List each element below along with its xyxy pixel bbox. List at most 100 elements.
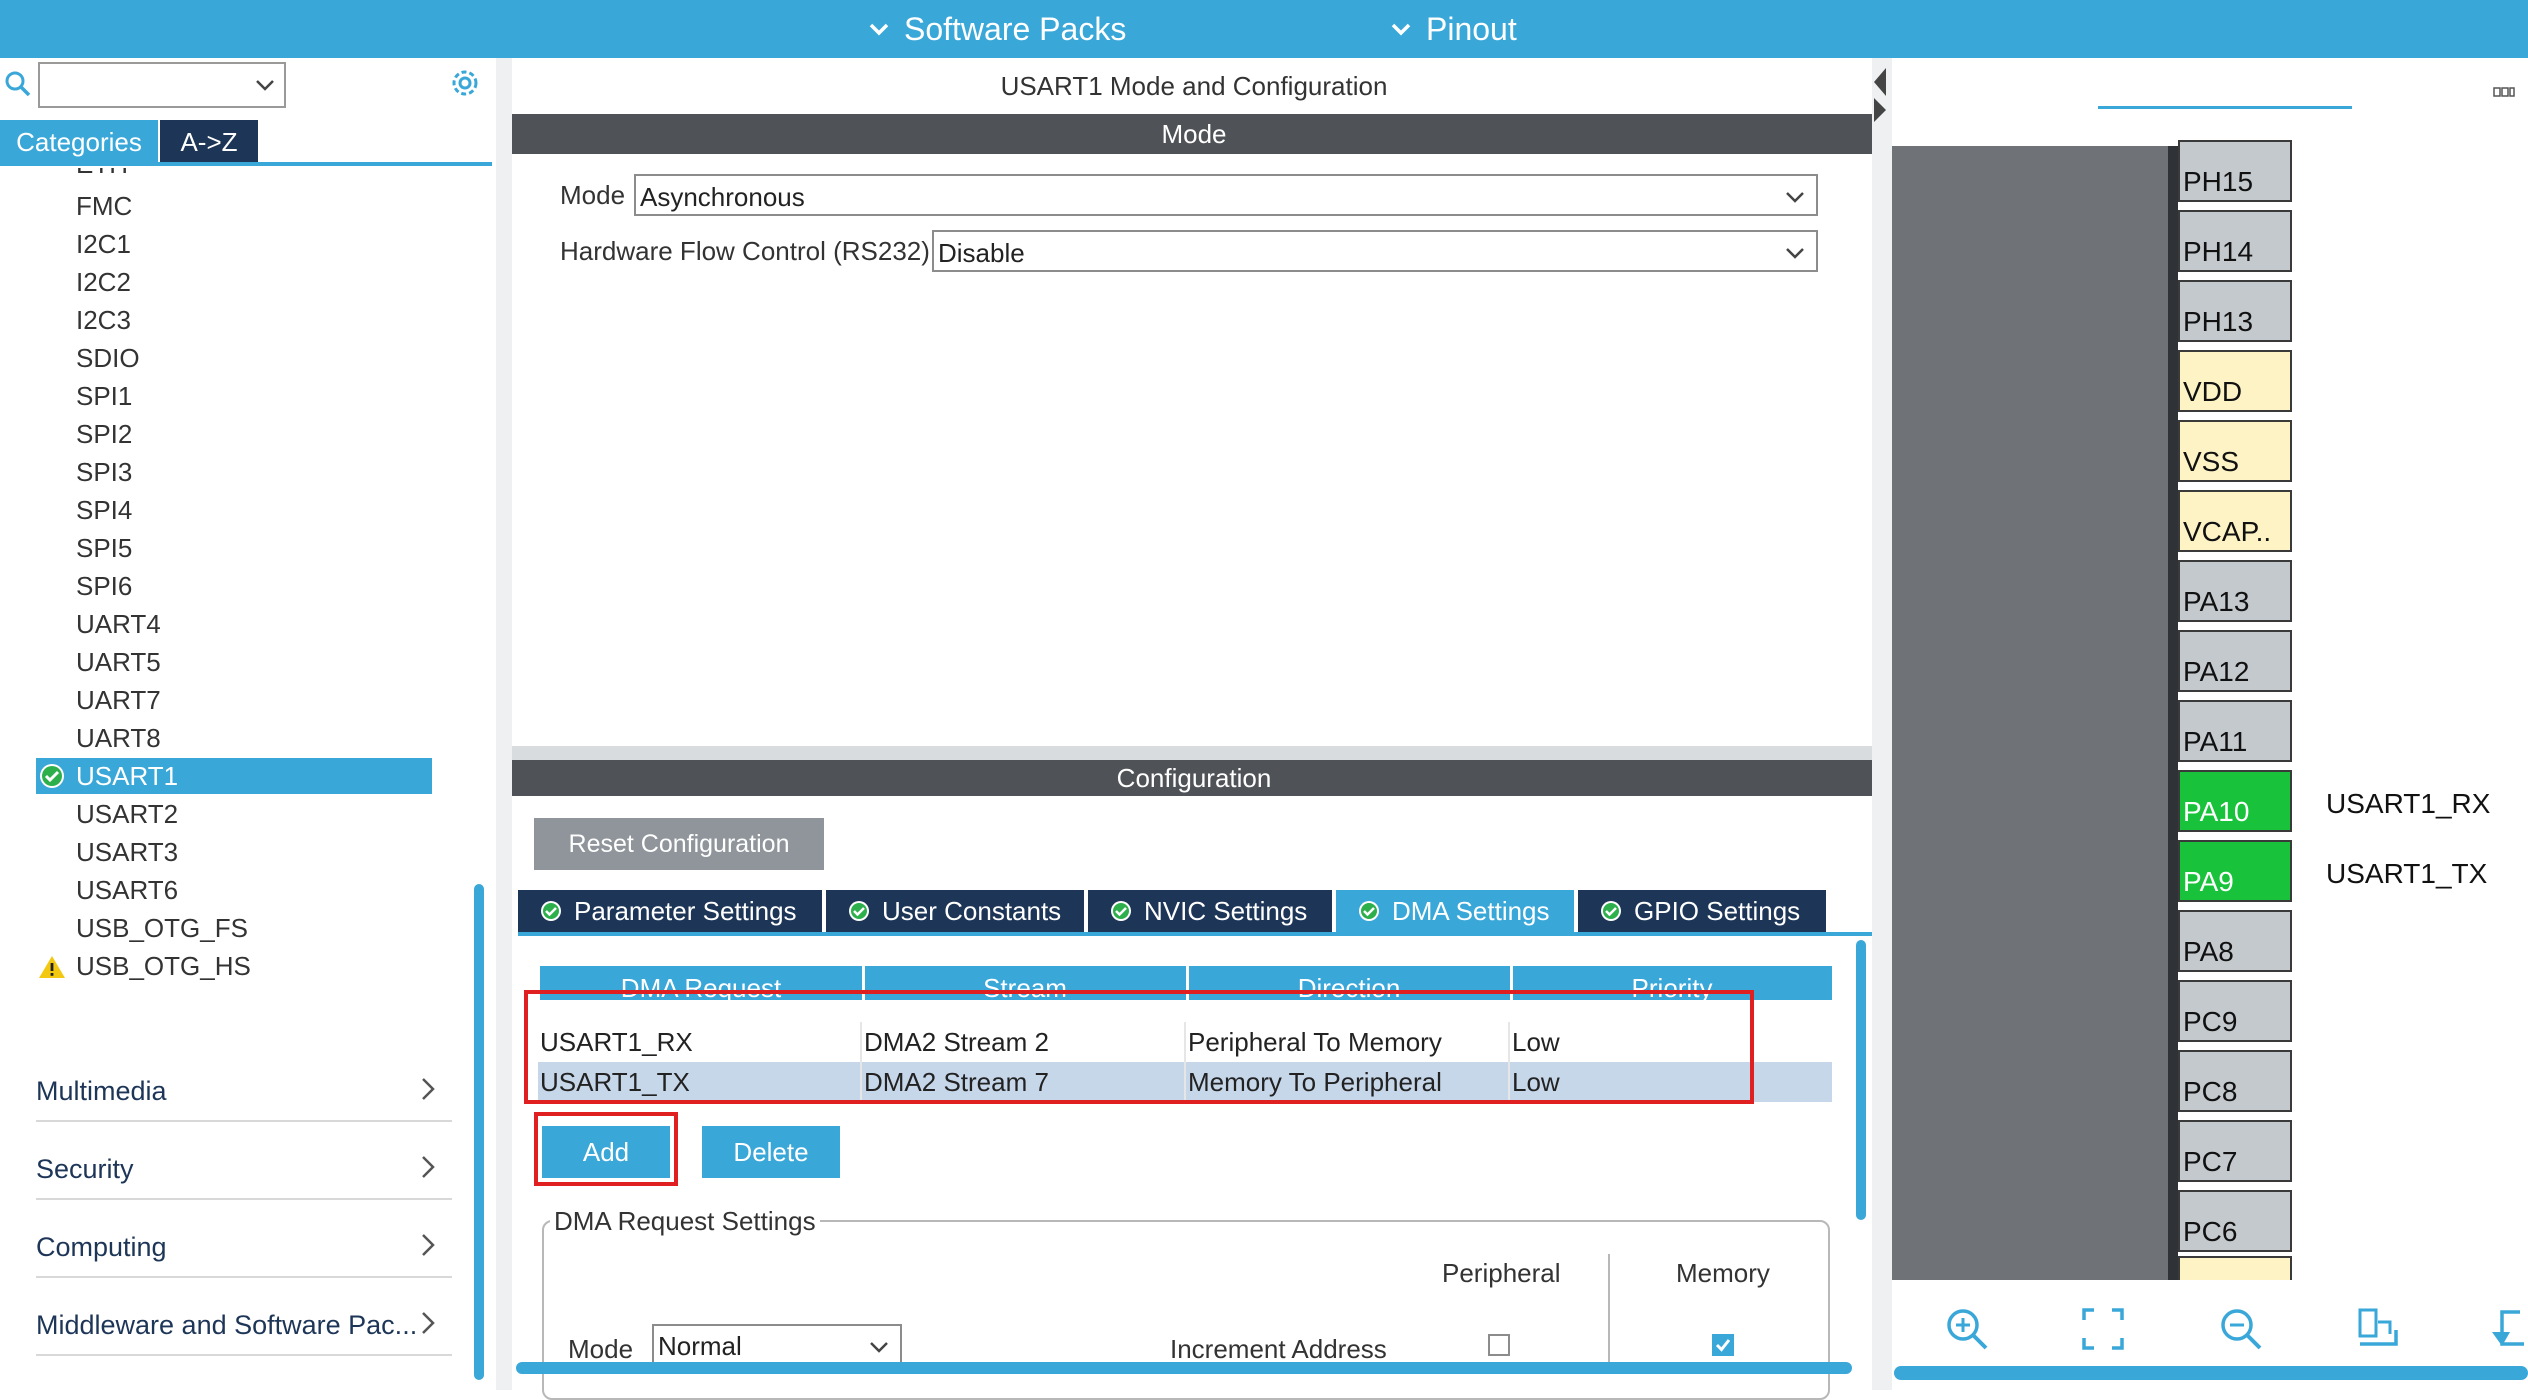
- list-item-label: UART8: [76, 723, 161, 753]
- list-item[interactable]: USB_OTG_HS: [36, 948, 432, 984]
- chevron-down-icon[interactable]: [254, 74, 276, 96]
- export-icon[interactable]: [2356, 1306, 2402, 1352]
- category-label: Multimedia: [36, 1076, 167, 1106]
- peripheral-increment-checkbox[interactable]: [1488, 1334, 1510, 1356]
- chevron-right-icon: [422, 1078, 435, 1100]
- tab-nvic-settings[interactable]: NVIC Settings: [1088, 890, 1332, 932]
- section-divider[interactable]: [512, 746, 1876, 760]
- pin-pa8[interactable]: PA8: [2178, 910, 2292, 972]
- list-item[interactable]: USART3: [36, 834, 432, 870]
- pin-pc7[interactable]: PC7: [2178, 1120, 2292, 1182]
- list-item-label: I2C1: [76, 229, 131, 259]
- panel-splitter[interactable]: [496, 58, 512, 1390]
- list-item[interactable]: USART6: [36, 872, 432, 908]
- list-item-label: SPI1: [76, 381, 133, 411]
- peripheral-column-label: Peripheral: [1442, 1258, 1561, 1288]
- pinout-label: Pinout: [1426, 11, 1517, 47]
- chevron-down-icon: [870, 1342, 888, 1353]
- rotate-icon[interactable]: [2490, 1306, 2528, 1352]
- chip-corner-icon: [2493, 87, 2515, 97]
- category-label: Computing: [36, 1232, 167, 1262]
- reset-configuration-button[interactable]: Reset Configuration: [534, 818, 824, 870]
- list-item[interactable]: I2C3: [36, 302, 432, 338]
- pin-ph15[interactable]: PH15: [2178, 140, 2292, 202]
- fit-screen-icon[interactable]: [2080, 1306, 2126, 1352]
- list-item-label: USART6: [76, 875, 179, 905]
- list-item-label: I2C3: [76, 305, 131, 335]
- search-icon[interactable]: [4, 70, 32, 98]
- tab-user-constants[interactable]: User Constants: [826, 890, 1084, 932]
- list-item-label: FMC: [76, 191, 133, 221]
- list-item-label: UART5: [76, 647, 161, 677]
- tab-dma-settings[interactable]: DMA Settings: [1336, 890, 1574, 932]
- config-scrollbar[interactable]: [1856, 940, 1866, 1220]
- dma-mode-select[interactable]: Normal: [652, 1324, 902, 1364]
- pin-pa10[interactable]: PA10: [2178, 770, 2292, 832]
- chevron-down-icon: [1391, 23, 1411, 36]
- list-item-label: UART7: [76, 685, 161, 715]
- tab-gpio-settings[interactable]: GPIO Settings: [1578, 890, 1826, 932]
- list-item[interactable]: UART8: [36, 720, 432, 756]
- list-item-selected[interactable]: USART1: [36, 758, 432, 794]
- pin-pa9[interactable]: PA9: [2178, 840, 2292, 902]
- mode-select[interactable]: Asynchronous: [634, 174, 1818, 216]
- pin-pa11[interactable]: PA11: [2178, 700, 2292, 762]
- pin-pc8[interactable]: PC8: [2178, 1050, 2292, 1112]
- pin-vcap[interactable]: VCAP..: [2178, 490, 2292, 552]
- list-item-label: SPI4: [76, 495, 133, 525]
- check-circle-icon: [849, 901, 869, 921]
- pin-pa12[interactable]: PA12: [2178, 630, 2292, 692]
- category-middleware[interactable]: Middleware and Software Pac...: [36, 1294, 452, 1356]
- flow-control-select[interactable]: Disable: [932, 230, 1818, 272]
- pin-vss[interactable]: VSS: [2178, 420, 2292, 482]
- list-item[interactable]: ETH: [36, 168, 432, 182]
- tab-parameter-settings[interactable]: Parameter Settings: [518, 890, 822, 932]
- zoom-out-icon[interactable]: [2218, 1306, 2264, 1352]
- list-item[interactable]: SPI1: [36, 378, 432, 414]
- list-item[interactable]: SPI4: [36, 492, 432, 528]
- pin-ph13[interactable]: PH13: [2178, 280, 2292, 342]
- chevron-down-icon: [1786, 192, 1804, 203]
- warning-icon: [39, 956, 65, 978]
- list-item[interactable]: UART7: [36, 682, 432, 718]
- configuration-header: Configuration: [512, 760, 1876, 796]
- list-item[interactable]: USART2: [36, 796, 432, 832]
- pin-pc6[interactable]: PC6: [2178, 1190, 2292, 1252]
- list-item-label: SPI3: [76, 457, 133, 487]
- list-item[interactable]: SPI3: [36, 454, 432, 490]
- chip-horizontal-scrollbar[interactable]: [1894, 1366, 2528, 1380]
- config-horizontal-scrollbar[interactable]: [516, 1362, 1852, 1374]
- gear-icon[interactable]: [448, 66, 482, 100]
- list-item[interactable]: SDIO: [36, 340, 432, 376]
- list-item[interactable]: I2C2: [36, 264, 432, 300]
- search-input[interactable]: [38, 62, 286, 108]
- check-circle-icon: [1601, 901, 1621, 921]
- panel-splitter[interactable]: [1872, 58, 1892, 1390]
- list-item[interactable]: SPI5: [36, 530, 432, 566]
- list-item[interactable]: SPI6: [36, 568, 432, 604]
- left-scrollbar[interactable]: [474, 884, 484, 1380]
- category-multimedia[interactable]: Multimedia: [36, 1060, 452, 1122]
- pin-pa13[interactable]: PA13: [2178, 560, 2292, 622]
- delete-button[interactable]: Delete: [702, 1126, 840, 1178]
- category-computing[interactable]: Computing: [36, 1216, 452, 1278]
- dma-request-settings-legend: DMA Request Settings: [550, 1206, 820, 1237]
- list-item[interactable]: UART4: [36, 606, 432, 642]
- tab-categories[interactable]: Categories: [0, 120, 158, 164]
- pin-ph14[interactable]: PH14: [2178, 210, 2292, 272]
- list-item[interactable]: UART5: [36, 644, 432, 680]
- list-item[interactable]: FMC: [36, 188, 432, 224]
- pin-vdd[interactable]: VDD: [2178, 350, 2292, 412]
- collapse-icon[interactable]: [1872, 64, 1888, 124]
- memory-increment-checkbox[interactable]: [1712, 1334, 1734, 1356]
- zoom-in-icon[interactable]: [1944, 1306, 1990, 1352]
- list-item[interactable]: I2C1: [36, 226, 432, 262]
- pin-pc9[interactable]: PC9: [2178, 980, 2292, 1042]
- category-security[interactable]: Security: [36, 1138, 452, 1200]
- pinout-menu[interactable]: Pinout: [1390, 0, 1517, 58]
- list-item-label: SDIO: [76, 343, 140, 373]
- list-item[interactable]: SPI2: [36, 416, 432, 452]
- software-packs-menu[interactable]: Software Packs: [868, 0, 1126, 58]
- list-item[interactable]: USB_OTG_FS: [36, 910, 432, 946]
- tab-a-z[interactable]: A->Z: [160, 120, 258, 164]
